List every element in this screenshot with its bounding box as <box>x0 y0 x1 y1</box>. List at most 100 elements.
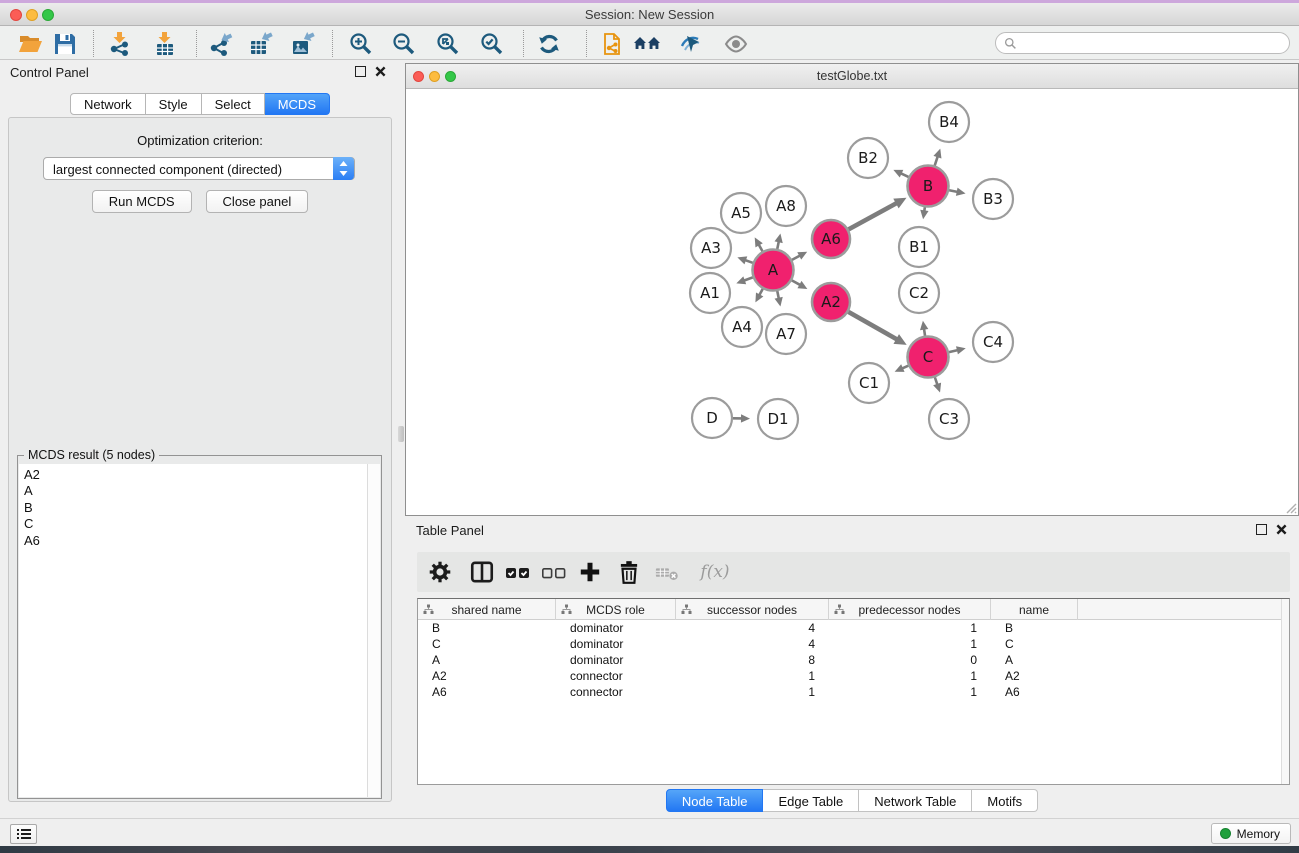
graph-node-D1[interactable]: D1 <box>758 399 798 439</box>
tab-edge-table[interactable]: Edge Table <box>763 789 859 812</box>
graph-node-B4[interactable]: B4 <box>929 102 969 142</box>
export-image-icon[interactable] <box>289 30 317 57</box>
table-row[interactable]: A6connector11A6 <box>418 684 1281 700</box>
edge-C-C4[interactable] <box>949 346 966 354</box>
show-all-networks-icon[interactable] <box>632 30 664 57</box>
edge-B-B3[interactable] <box>949 188 965 196</box>
search-input[interactable] <box>995 32 1290 54</box>
deselect-all-checkboxes-icon[interactable] <box>541 560 567 584</box>
edge-A-A5[interactable] <box>755 237 763 251</box>
table-row[interactable]: A2connector11A2 <box>418 668 1281 684</box>
float-panel-icon[interactable] <box>355 66 366 77</box>
import-network-icon[interactable] <box>106 30 134 57</box>
tab-select[interactable]: Select <box>202 93 265 115</box>
tab-node-table[interactable]: Node Table <box>666 789 764 812</box>
panel-divider-grip[interactable] <box>398 426 404 442</box>
run-mcds-button[interactable]: Run MCDS <box>92 190 192 213</box>
column-header-MCDS-role[interactable]: MCDS role <box>556 599 676 620</box>
result-list-item[interactable]: C <box>24 516 367 532</box>
settings-gear-icon[interactable] <box>427 560 453 584</box>
edge-C-C2[interactable] <box>920 321 928 336</box>
table-row[interactable]: Bdominator41B <box>418 620 1281 636</box>
graph-node-C4[interactable]: C4 <box>973 322 1013 362</box>
show-hide-details-icon[interactable] <box>722 30 750 57</box>
graph-node-B[interactable]: B <box>908 166 949 207</box>
save-session-icon[interactable] <box>51 30 79 57</box>
edge-A6-B[interactable] <box>849 198 907 230</box>
zoom-fit-icon[interactable] <box>434 30 462 57</box>
graph-node-C3[interactable]: C3 <box>929 399 969 439</box>
graph-node-A5[interactable]: A5 <box>721 193 761 233</box>
column-header-name[interactable]: name <box>991 599 1078 620</box>
tab-style[interactable]: Style <box>146 93 202 115</box>
task-history-button[interactable] <box>10 824 37 844</box>
edge-A-A6[interactable] <box>792 252 807 260</box>
select-all-checkboxes-icon[interactable] <box>505 560 531 584</box>
edge-B-B1[interactable] <box>920 207 928 219</box>
graph-node-B3[interactable]: B3 <box>973 179 1013 219</box>
float-table-panel-icon[interactable] <box>1256 524 1267 535</box>
dropdown-stepper-icon[interactable] <box>333 157 354 180</box>
edge-C-C1[interactable] <box>895 364 909 372</box>
graph-node-A8[interactable]: A8 <box>766 186 806 226</box>
graph-node-C[interactable]: C <box>908 337 949 378</box>
result-list-item[interactable]: A <box>24 483 367 499</box>
table-scrollbar[interactable] <box>1281 599 1289 784</box>
result-list-item[interactable]: A6 <box>24 533 367 549</box>
tab-network-table[interactable]: Network Table <box>859 789 972 812</box>
edge-A-A3[interactable] <box>737 256 752 264</box>
import-table-icon[interactable] <box>151 30 179 57</box>
table-row[interactable]: Cdominator41C <box>418 636 1281 652</box>
zoom-in-icon[interactable] <box>347 30 375 57</box>
close-panel-icon[interactable] <box>375 66 386 77</box>
zoom-out-icon[interactable] <box>390 30 418 57</box>
network-graph[interactable]: B4B2BB3A8A5A6B1A3AC2A1A2A4A7C4CC1C3DD1 <box>406 89 1298 515</box>
result-scrollbar[interactable] <box>367 464 380 797</box>
edge-A2-C[interactable] <box>848 312 906 345</box>
edge-A-A2[interactable] <box>792 280 808 289</box>
delete-column-icon[interactable] <box>616 560 642 584</box>
tab-motifs[interactable]: Motifs <box>972 789 1038 812</box>
edge-A-A4[interactable] <box>755 289 763 303</box>
refresh-layout-icon[interactable] <box>535 30 563 57</box>
result-list-item[interactable]: A2 <box>24 467 367 483</box>
zoom-selected-icon[interactable] <box>478 30 506 57</box>
edge-B-B2[interactable] <box>893 170 908 178</box>
export-network-icon[interactable] <box>207 30 235 57</box>
memory-button[interactable]: Memory <box>1211 823 1291 844</box>
close-table-panel-icon[interactable] <box>1276 524 1287 535</box>
close-panel-button[interactable]: Close panel <box>206 190 309 213</box>
edge-C-C3[interactable] <box>933 377 941 392</box>
graph-node-A2[interactable]: A2 <box>812 283 850 321</box>
resize-grip-icon[interactable] <box>1283 500 1297 514</box>
open-session-icon[interactable] <box>16 30 44 57</box>
add-column-icon[interactable] <box>577 560 603 584</box>
graph-node-C2[interactable]: C2 <box>899 273 939 313</box>
table-row[interactable]: Adominator80A <box>418 652 1281 668</box>
edge-A-A1[interactable] <box>736 276 753 284</box>
graph-node-B2[interactable]: B2 <box>848 138 888 178</box>
edge-A-A7[interactable] <box>775 291 783 306</box>
split-view-icon[interactable] <box>469 560 495 584</box>
graph-node-A1[interactable]: A1 <box>690 273 730 313</box>
new-network-from-file-icon[interactable] <box>598 30 626 57</box>
graph-node-A6[interactable]: A6 <box>812 220 850 258</box>
optimization-dropdown[interactable]: largest connected component (directed) <box>43 157 355 180</box>
graph-node-A4[interactable]: A4 <box>722 307 762 347</box>
column-header-predecessor-nodes[interactable]: predecessor nodes <box>829 599 991 620</box>
graph-node-A3[interactable]: A3 <box>691 228 731 268</box>
graph-node-A[interactable]: A <box>753 250 794 291</box>
export-table-icon[interactable] <box>247 30 275 57</box>
edge-D-D1[interactable] <box>733 414 750 422</box>
graph-node-C1[interactable]: C1 <box>849 363 889 403</box>
edge-B-B4[interactable] <box>933 149 941 166</box>
tab-mcds[interactable]: MCDS <box>265 93 330 115</box>
column-header-successor-nodes[interactable]: successor nodes <box>676 599 829 620</box>
graph-node-D[interactable]: D <box>692 398 732 438</box>
edge-A-A8[interactable] <box>775 233 783 248</box>
show-hide-graphics-icon[interactable] <box>677 30 705 57</box>
graph-node-B1[interactable]: B1 <box>899 227 939 267</box>
result-list-item[interactable]: B <box>24 500 367 516</box>
column-header-shared-name[interactable]: shared name <box>418 599 556 620</box>
tab-network[interactable]: Network <box>70 93 146 115</box>
